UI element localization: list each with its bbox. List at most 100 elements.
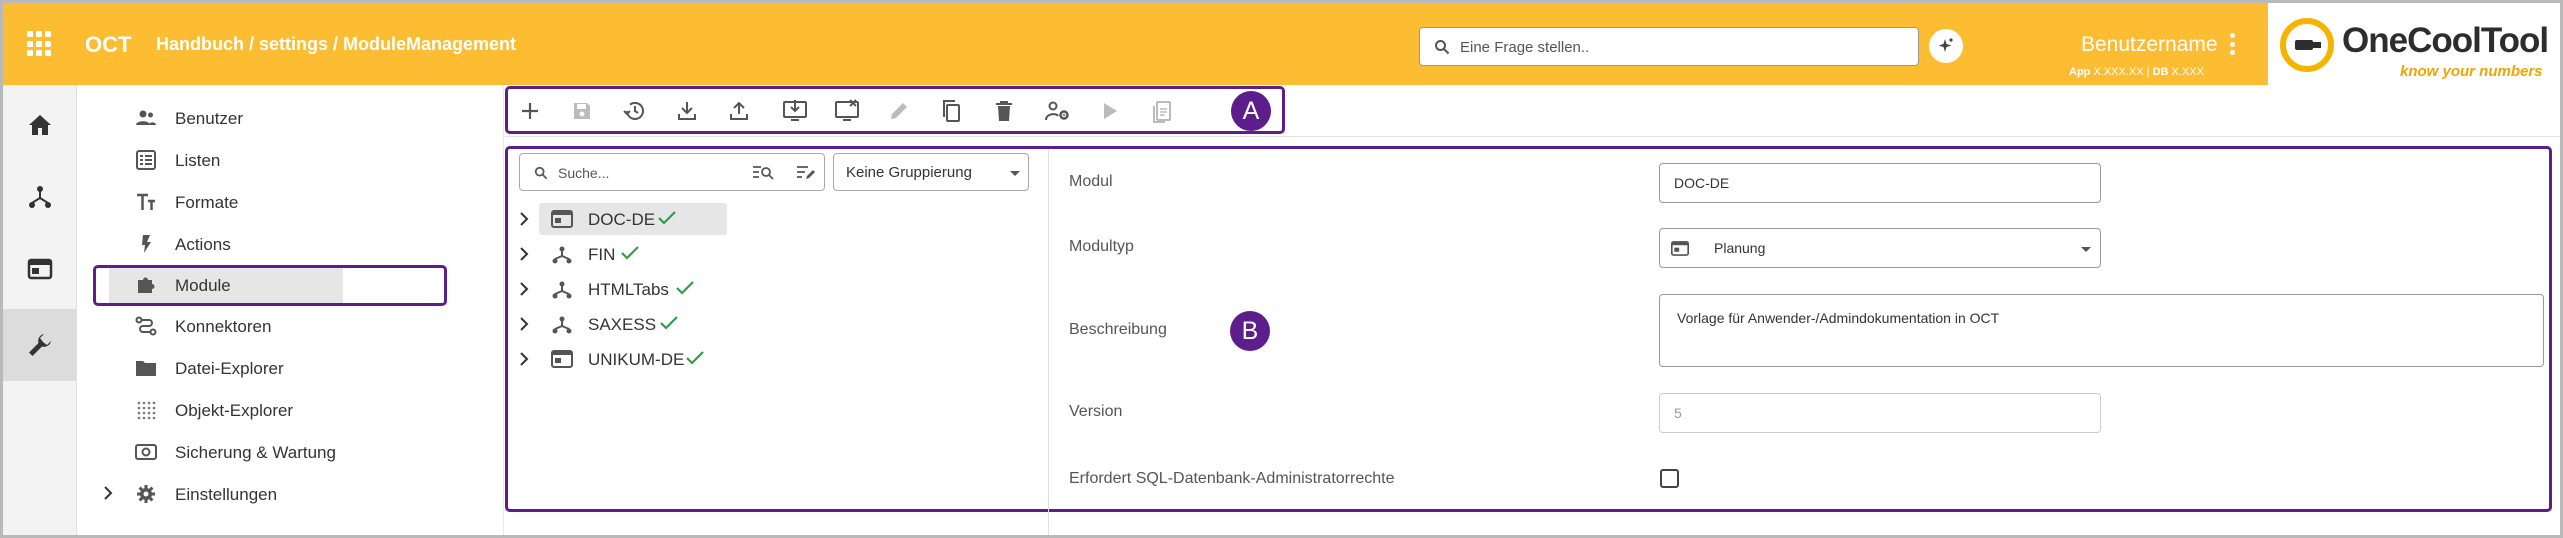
username[interactable]: Benutzername bbox=[2081, 33, 2218, 57]
chevron-right-icon[interactable] bbox=[519, 282, 529, 296]
check-icon bbox=[658, 211, 676, 225]
modul-value: DOC-DE bbox=[1674, 175, 1730, 191]
version-info: App X.XXX.XX | DB X.XXX bbox=[2069, 66, 2204, 78]
logo-mark-icon bbox=[2280, 18, 2334, 72]
sidebar-item-formate[interactable]: Formate bbox=[87, 184, 487, 220]
sidebar-item-label: Konnektoren bbox=[175, 317, 272, 336]
check-icon bbox=[660, 316, 678, 330]
sidebar-item-benutzer[interactable]: Benutzer bbox=[87, 100, 487, 136]
rail-hierarchy[interactable] bbox=[3, 161, 76, 233]
sidebar-item-label: Objekt-Explorer bbox=[175, 401, 294, 420]
more-vert-icon[interactable] bbox=[2229, 33, 2235, 55]
hierarchy-icon bbox=[552, 281, 572, 299]
sidebar-item-datei-explorer[interactable]: Datei-Explorer bbox=[87, 350, 487, 386]
sidebar-item-objekt-explorer[interactable]: Objekt-Explorer bbox=[87, 392, 487, 428]
logo-name: OneCoolTool bbox=[2342, 21, 2549, 60]
rail-window[interactable] bbox=[3, 233, 76, 305]
tree-item-saxess[interactable]: SAXESS bbox=[515, 308, 755, 340]
breadcrumb: Handbuch / settings / ModuleManagement bbox=[156, 34, 517, 54]
tree-search-box[interactable] bbox=[519, 153, 825, 191]
sidebar-item-label: Sicherung & Wartung bbox=[175, 443, 336, 462]
home-icon bbox=[28, 115, 51, 135]
settings-sidebar: Benutzer Listen Formate Actions Module K… bbox=[77, 85, 503, 535]
modultyp-label: Modultyp bbox=[1069, 238, 1134, 255]
modultyp-select[interactable]: Planung bbox=[1659, 228, 2101, 268]
ai-sparkle-button[interactable] bbox=[1929, 29, 1963, 63]
chevron-right-icon[interactable] bbox=[103, 486, 113, 500]
tree-item-doc-de[interactable]: DOC-DE bbox=[515, 203, 775, 235]
tree-item-label: DOC-DE bbox=[588, 210, 656, 229]
caret-down-icon bbox=[2081, 247, 2091, 252]
sidebar-item-label: Benutzer bbox=[175, 109, 244, 128]
grouping-select[interactable]: Keine Gruppierung bbox=[833, 153, 1029, 191]
sidebar-item-listen[interactable]: Listen bbox=[87, 142, 487, 178]
sql-admin-checkbox[interactable] bbox=[1660, 469, 1679, 488]
caret-down-icon bbox=[1010, 171, 1020, 176]
list-icon bbox=[136, 150, 156, 170]
icon-rail bbox=[3, 85, 77, 535]
top-bar: OCT Handbuch / settings / ModuleManageme… bbox=[3, 3, 2560, 85]
tree-item-unikum-de[interactable]: UNIKUM-DE bbox=[515, 343, 775, 375]
hierarchy-icon bbox=[552, 246, 572, 264]
annotation-badge-a: A bbox=[1231, 91, 1271, 131]
check-icon bbox=[621, 246, 639, 260]
modul-label: Modul bbox=[1069, 173, 1113, 190]
modul-input[interactable]: DOC-DE bbox=[1659, 163, 2101, 203]
sidebar-item-sicherung-wartung[interactable]: Sicherung & Wartung bbox=[87, 434, 487, 470]
rail-settings[interactable] bbox=[3, 309, 76, 381]
hierarchy-icon bbox=[552, 316, 572, 334]
search-filter-icon[interactable] bbox=[752, 165, 774, 181]
sidebar-item-label: Formate bbox=[175, 193, 239, 212]
gear-icon bbox=[137, 485, 155, 503]
sidebar-item-actions[interactable]: Actions bbox=[87, 226, 487, 262]
hierarchy-icon bbox=[28, 186, 51, 208]
window-icon bbox=[551, 210, 573, 228]
logo-tagline: know your numbers bbox=[2400, 63, 2543, 80]
sort-edit-icon[interactable] bbox=[796, 165, 816, 181]
question-search-box[interactable] bbox=[1419, 27, 1919, 66]
question-search-input[interactable] bbox=[1460, 36, 1900, 58]
check-icon bbox=[676, 281, 694, 295]
apps-grid-icon[interactable] bbox=[27, 31, 53, 57]
chevron-right-icon[interactable] bbox=[519, 317, 529, 331]
check-icon bbox=[686, 351, 704, 365]
window-icon bbox=[27, 258, 52, 280]
app-window: OCT Handbuch / settings / ModuleManageme… bbox=[0, 0, 2563, 538]
tree-item-htmltabs[interactable]: HTMLTabs bbox=[515, 273, 755, 305]
beschreibung-textarea[interactable]: Vorlage für Anwender-/Admindokumentation… bbox=[1659, 294, 2544, 367]
tree-item-label: FIN bbox=[588, 245, 616, 264]
tree-search-input[interactable] bbox=[558, 163, 738, 183]
beschreibung-label: Beschreibung bbox=[1069, 321, 1167, 338]
version-label: Version bbox=[1069, 403, 1123, 420]
folder-icon bbox=[136, 361, 156, 376]
chevron-right-icon[interactable] bbox=[519, 247, 529, 261]
sparkle-icon bbox=[1938, 38, 1953, 52]
tree-item-label: SAXESS bbox=[588, 315, 657, 334]
version-input[interactable]: 5 bbox=[1659, 393, 2101, 433]
pane-divider bbox=[1048, 149, 1049, 535]
connector-icon bbox=[135, 316, 157, 336]
chevron-right-icon[interactable] bbox=[519, 352, 529, 366]
sql-admin-label: Erfordert SQL-Datenbank-Administratorrec… bbox=[1069, 470, 1395, 487]
sidebar-item-label: Einstellungen bbox=[175, 485, 278, 504]
sidebar-item-einstellungen[interactable]: Einstellungen bbox=[87, 476, 487, 512]
chevron-right-icon[interactable] bbox=[519, 212, 529, 226]
search-icon bbox=[534, 166, 548, 180]
annotation-badge-b: B bbox=[1230, 311, 1270, 351]
tree-item-fin[interactable]: FIN bbox=[515, 238, 715, 270]
window-icon bbox=[1671, 241, 1689, 256]
search-icon bbox=[1435, 40, 1450, 55]
backup-icon bbox=[135, 444, 157, 460]
app-title: OCT bbox=[85, 32, 132, 57]
grouping-value: Keine Gruppierung bbox=[846, 164, 972, 181]
onecooltool-logo: OneCoolTool know your numbers bbox=[2268, 3, 2560, 85]
rail-home[interactable] bbox=[3, 89, 76, 161]
sidebar-item-label: Listen bbox=[175, 151, 221, 170]
annotation-frame-toolbar bbox=[505, 86, 1285, 134]
version-value: 5 bbox=[1674, 405, 1682, 421]
modultyp-value: Planung bbox=[1714, 240, 1766, 256]
sidebar-item-label: Actions bbox=[175, 235, 231, 254]
sidebar-item-konnektoren[interactable]: Konnektoren bbox=[87, 308, 487, 344]
sidebar-item-label: Datei-Explorer bbox=[175, 359, 284, 378]
object-grid-icon bbox=[137, 401, 156, 420]
